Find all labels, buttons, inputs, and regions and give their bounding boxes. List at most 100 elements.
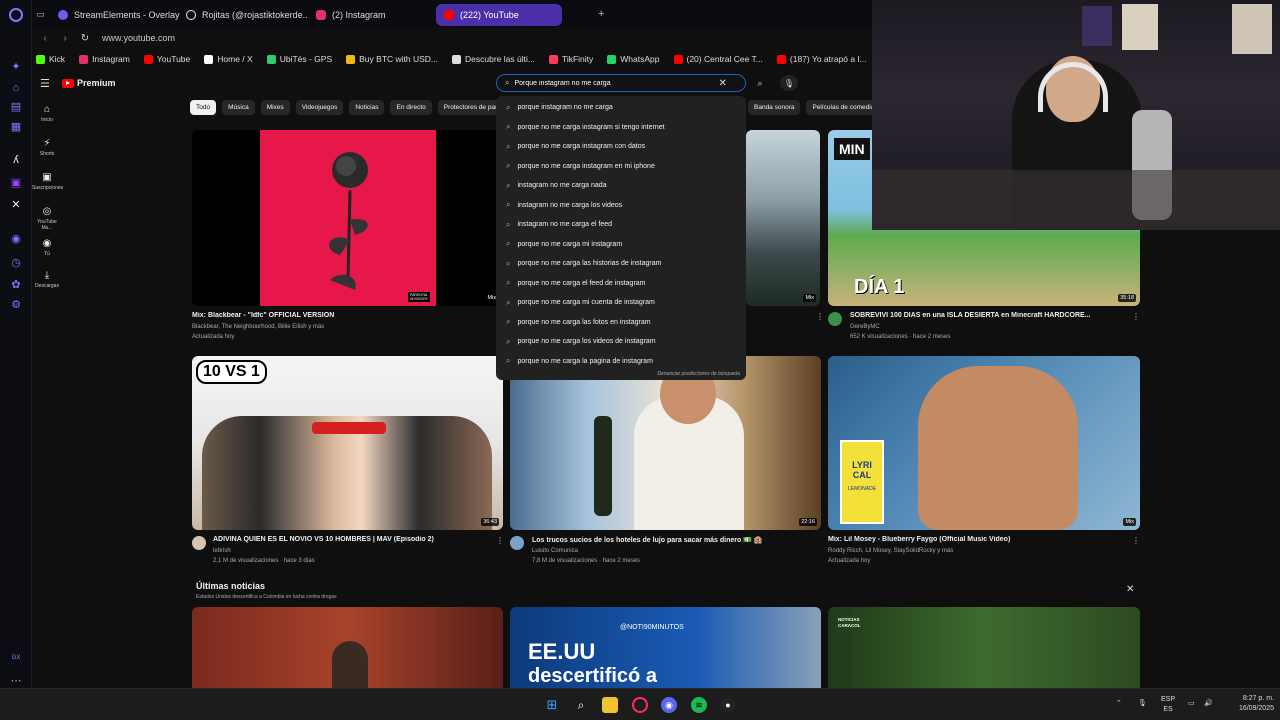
tab-workspace-icon[interactable]: ▭ [36,9,45,20]
tab-instagram[interactable]: (2) Instagram [308,4,438,26]
volume-icon[interactable]: 🔊 [1204,699,1213,709]
messenger-icon[interactable]: ▦ [8,118,24,134]
search-input[interactable] [514,79,715,87]
chip-2[interactable]: Mixes [260,100,290,115]
bookmark-9[interactable]: (20) Central Cee T... [673,54,763,64]
windows-start-icon[interactable]: ⊞ [544,697,560,713]
tab-youtube[interactable]: (222) YouTube [436,4,562,26]
chip-5[interactable]: En directo [390,100,432,115]
bookmark-7[interactable]: TikFinity [548,54,593,64]
thumbnail-10vs1[interactable]: 10 VS 1 36:43 [192,356,503,530]
suggestion-item[interactable]: ⌕ porque no me carga las fotos en instagr… [496,313,746,332]
video-channel[interactable]: lebrish [213,548,231,554]
tab-tiktok[interactable]: Rojitas (@rojastiktokerde... [178,4,308,26]
tray-chevron-icon[interactable]: ⌃ [1116,699,1122,709]
suggestion-item[interactable]: ⌕ porque instagram no me carga [496,98,746,117]
sidebar-item-2[interactable]: ▣ Suscripciones [32,172,63,191]
bookmark-3[interactable]: Home / X [204,54,253,64]
more-options-icon[interactable]: ⋮ [816,312,824,321]
opera-logo-icon[interactable] [9,8,23,22]
video-title[interactable]: Mix: Blackbear - "Idfc" OFFICIAL VERSION [192,312,492,319]
channel-avatar[interactable] [192,536,206,550]
bookmark-10[interactable]: (187) Yo atrapó a l... [776,54,866,64]
more-icon[interactable]: ⋯ [8,672,24,688]
news-thumbnail-2[interactable]: @NOTI90MINUTOS EE.UU descertificó a [510,607,821,688]
discord-icon[interactable]: ◉ [661,697,677,713]
bookmark-5[interactable]: Buy BTC with USD... [346,54,438,64]
bookmark-4[interactable]: UbiTés - GPS [266,54,332,64]
player-icon[interactable]: ◉ [8,230,24,246]
suggestion-item[interactable]: ⌕ porque no me carga mi instagram [496,235,746,254]
search-button[interactable]: ⌕ [750,75,770,91]
microphone-icon[interactable]: 🎙 [780,75,798,91]
channel-avatar[interactable] [828,312,842,326]
sidebar-item-3[interactable]: ◎ YouTube Mu... [32,206,62,231]
bookmark-6[interactable]: Descubre las últi... [452,54,535,64]
twitch-icon[interactable]: ▣ [8,174,24,190]
sidebar-item-0[interactable]: ⌂ Inicio [32,104,62,123]
sidebar-item-4[interactable]: ◉ Tú [32,238,62,257]
chip-3[interactable]: Videojuegos [295,100,344,115]
more-options-icon[interactable]: ⋮ [496,536,504,545]
report-predictions-link[interactable]: Denunciar predicciones de búsqueda [657,371,740,377]
close-icon[interactable]: ✕ [1126,584,1134,595]
suggestion-item[interactable]: ⌕ porque no me carga la pagina de instagr… [496,352,746,371]
video-channel[interactable]: Roddy Ricch, Lil Mosey, StaySolidRocky y… [828,548,953,554]
more-options-icon[interactable]: ⋮ [1132,312,1140,321]
video-channel[interactable]: Blackbear, The Neighbourhood, Billie Eil… [192,324,324,330]
gaming-icon[interactable]: ▤ [8,98,24,114]
video-channel[interactable]: Luisito Comunica [532,548,578,554]
clear-icon[interactable]: ✕ [718,78,726,89]
forward-icon[interactable]: › [58,33,72,44]
suggestion-item[interactable]: ⌕ porque no me carga mi cuenta de instagr… [496,293,746,312]
microphone-tray-icon[interactable]: 🎙 [1138,699,1147,709]
settings-icon[interactable]: ⚙ [8,296,24,312]
thumbnail-lil-mosey[interactable]: LYRI CAL LEMONADE Mix [828,356,1140,530]
thumbnail-hotel[interactable]: 22:16 [510,356,821,530]
chip-1[interactable]: Música [222,100,255,115]
reload-icon[interactable]: ↻ [78,33,92,44]
bookmark-0[interactable]: Kick [36,54,65,64]
sidebar-item-1[interactable]: ⚡ Shorts [32,138,62,157]
channel-avatar[interactable] [510,536,524,550]
video-title[interactable]: ADIVINA QUIEN ES EL NOVIO VS 10 HOMBRES … [213,536,493,543]
thumbnail-blackbear[interactable]: PARENTAL ADVISORY Mix [192,130,502,306]
bookmark-1[interactable]: Instagram [79,54,130,64]
network-icon[interactable]: ▭ [1188,699,1195,709]
more-options-icon[interactable]: ⋮ [1132,536,1140,545]
chip-1[interactable]: Películas de comedia [806,100,881,115]
thumbnail-building[interactable]: Mix [746,130,820,306]
opera-gx-icon[interactable] [632,697,648,713]
video-title[interactable]: Los trucos sucios de los hoteles de lujo… [532,536,812,544]
gx-control-icon[interactable]: ⌂ [8,80,24,96]
news-thumbnail-1[interactable] [192,607,503,688]
tab-streamelements[interactable]: StreamElements - Overlay [50,4,188,26]
video-channel[interactable]: GereByMC [850,324,880,330]
x-icon[interactable]: ✕ [8,196,24,212]
suggestion-item[interactable]: ⌕ porque no me carga instagram si tengo i… [496,118,746,137]
new-tab-button[interactable]: + [598,8,604,20]
bookmark-2[interactable]: YouTube [143,54,190,64]
back-icon[interactable]: ‹ [38,33,52,44]
bookmark-8[interactable]: WhatsApp [607,54,660,64]
news-thumbnail-3[interactable]: NOTICIAS CARACOL [828,607,1140,688]
suggestion-item[interactable]: ⌕ porque no me carga las historias de ins… [496,254,746,273]
sidebar-item-5[interactable]: ⤓ Descargas [32,270,62,289]
extensions-icon[interactable]: ✿ [8,276,24,292]
kick-icon[interactable]: ʎ [8,152,24,168]
spotify-icon[interactable]: ≋ [691,697,707,713]
suggestion-item[interactable]: ⌕ instagram no me carga el feed [496,215,746,234]
chip-0[interactable]: Todo [190,100,217,115]
history-icon[interactable]: ◷ [8,254,24,270]
url-field[interactable]: www.youtube.com [102,33,175,43]
clock[interactable]: 8:27 p. m. 16/09/2025 [1222,694,1274,714]
suggestion-item[interactable]: ⌕ porque no me carga el feed de instagram [496,274,746,293]
obs-icon[interactable]: ● [720,697,736,713]
language-indicator[interactable]: ESP ES [1160,695,1176,715]
search-icon[interactable]: ⌕ [573,697,589,713]
suggestion-item[interactable]: ⌕ instagram no me carga nada [496,176,746,195]
aria-icon[interactable]: ✦ [8,58,24,74]
suggestion-item[interactable]: ⌕ instagram no me carga los videos [496,196,746,215]
youtube-logo[interactable]: Premium [62,78,116,88]
chip-4[interactable]: Noticias [349,100,385,115]
